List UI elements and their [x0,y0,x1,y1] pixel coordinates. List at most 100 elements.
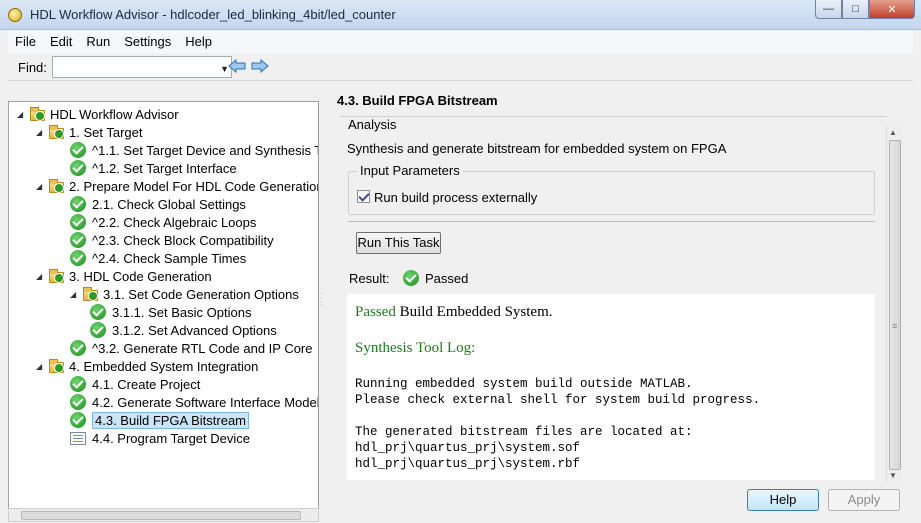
tree-item-label: 1. Set Target [69,124,143,140]
analysis-label: Analysis [347,117,398,132]
tree-horizontal-scrollbar[interactable] [8,508,319,522]
window-controls: — □ ✕ [815,0,915,20]
tree-item[interactable]: ◢ HDL Workflow Advisor [17,105,179,123]
maximize-button[interactable]: □ [842,0,869,19]
tree-item[interactable]: ◢ 3.1. Set Code Generation Options [70,285,299,303]
minimize-button[interactable]: — [815,0,842,19]
scroll-grip-icon: ≡ [892,321,898,331]
detail-vertical-scrollbar[interactable]: ▲ ≡ ▼ [886,126,903,482]
run-externally-checkbox[interactable] [357,190,370,203]
check-icon [70,340,86,356]
tree-item-label: 4.2. Generate Software Interface Model [92,394,319,410]
splitter-handle[interactable]: · · · · [320,290,324,312]
folder-check-icon [30,107,46,121]
log-build-message: Running embedded system build outside MA… [355,377,761,407]
run-task-button[interactable]: Run This Task [356,232,441,254]
tree-item[interactable]: ^3.2. Generate RTL Code and IP Core [70,339,313,357]
tool-log-heading: Synthesis Tool Log: [355,340,476,356]
tree-item-label: 3.1.1. Set Basic Options [112,304,252,320]
check-icon [70,214,86,230]
expand-toggle-icon[interactable]: ◢ [36,272,45,281]
tree-item[interactable]: 2.1. Check Global Settings [70,195,246,213]
help-button[interactable]: Help [747,489,819,511]
tree-item[interactable]: ^2.4. Check Sample Times [70,249,246,267]
check-icon [70,142,86,158]
expand-toggle-icon[interactable]: ◢ [36,182,45,191]
window-title: HDL Workflow Advisor - hdlcoder_led_blin… [30,7,396,22]
run-externally-label[interactable]: Run build process externally [374,190,537,205]
check-icon [70,412,86,428]
check-icon [90,322,106,338]
check-icon [70,250,86,266]
log-status-text: Build Embedded System. [395,304,553,320]
page-title: 4.3. Build FPGA Bitstream [337,93,498,108]
tree-item-label: 4.4. Program Target Device [92,430,250,446]
result-value: Passed [425,271,469,286]
passed-check-icon [403,270,419,286]
tree-item-label: ^1.2. Set Target Interface [92,160,237,176]
scroll-down-icon[interactable]: ▼ [889,471,897,480]
tree-item-label: 4. Embedded System Integration [69,358,259,374]
tree-item[interactable]: 4.4. Program Target Device [70,429,250,447]
menu-bar: File Edit Run Settings Help [8,31,913,53]
menu-help[interactable]: Help [178,31,219,53]
tree-item-label: 4.3. Build FPGA Bitstream [92,411,250,429]
check-icon [70,196,86,212]
check-icon [70,394,86,410]
input-parameters-label: Input Parameters [357,163,463,178]
forward-arrow-icon[interactable] [251,59,269,73]
tree-item-label: 3. HDL Code Generation [69,268,212,284]
menu-edit[interactable]: Edit [43,31,79,53]
tree-item[interactable]: 4.3. Build FPGA Bitstream [70,411,250,429]
back-arrow-icon[interactable] [228,59,246,73]
tree-item[interactable]: ◢ 3. HDL Code Generation [36,267,212,285]
close-button[interactable]: ✕ [869,0,915,19]
result-label: Result: [349,271,390,286]
tree-item[interactable]: 3.1.1. Set Basic Options [90,303,251,321]
expand-toggle-icon[interactable]: ◢ [36,362,45,371]
tree-item-label: 3.1.2. Set Advanced Options [112,322,277,338]
expand-toggle-icon[interactable]: ◢ [70,290,79,299]
tree-item-label: ^1.1. Set Target Device and Synthesis To… [92,142,319,158]
app-icon [8,8,22,22]
tree-item[interactable]: 3.1.2. Set Advanced Options [90,321,277,339]
menu-settings[interactable]: Settings [117,31,178,53]
tree-item[interactable]: ◢ 4. Embedded System Integration [36,357,258,375]
tree-item-label: ^2.4. Check Sample Times [92,250,247,266]
expand-toggle-icon[interactable]: ◢ [36,128,45,137]
tree-item-label: 3.1. Set Code Generation Options [103,286,299,302]
tree-item-label: 2.1. Check Global Settings [92,196,246,212]
tree-item[interactable]: ^1.2. Set Target Interface [70,159,237,177]
tree-item[interactable]: ◢ 2. Prepare Model For HDL Code Generatio… [36,177,319,195]
task-description: Synthesis and generate bitstream for emb… [347,141,727,156]
check-icon [90,304,106,320]
folder-check-icon [49,125,65,139]
log-bitstream-files: The generated bitstream files are locate… [355,425,693,471]
tree-item[interactable]: ◢ 1. Set Target [36,123,142,141]
check-icon [70,376,86,392]
check-icon [70,160,86,176]
task-tree: ◢ HDL Workflow Advisor ◢ 1. Set Target ^1.1.… [8,101,319,516]
analysis-divider [340,116,887,117]
scroll-up-icon[interactable]: ▲ [889,128,897,137]
tree-item[interactable]: 4.1. Create Project [70,375,200,393]
result-log: Passed Build Embedded System. Synthesis … [347,294,875,480]
log-status-word: Passed [355,304,396,320]
tree-item[interactable]: 4.2. Generate Software Interface Model [70,393,319,411]
menu-run[interactable]: Run [79,31,117,53]
find-input[interactable]: ▼ [52,56,232,78]
tree-item-label: HDL Workflow Advisor [50,106,179,122]
tree-item[interactable]: ^2.3. Check Block Compatibility [70,231,274,249]
tree-item[interactable]: ^2.2. Check Algebraic Loops [70,213,256,231]
tree-item[interactable]: ^1.1. Set Target Device and Synthesis To… [70,141,319,159]
expand-toggle-icon[interactable]: ◢ [17,110,26,119]
scrollbar-thumb[interactable] [889,140,901,470]
find-label: Find: [18,60,47,75]
menu-file[interactable]: File [8,31,43,53]
scrollbar-thumb[interactable] [21,511,301,520]
tree-item-label: 2. Prepare Model For HDL Code Generation [69,178,319,194]
check-icon [70,232,86,248]
tree-item-label: ^2.2. Check Algebraic Loops [92,214,257,230]
apply-button[interactable]: Apply [828,489,900,511]
find-toolbar: Find: ▼ [8,53,913,81]
